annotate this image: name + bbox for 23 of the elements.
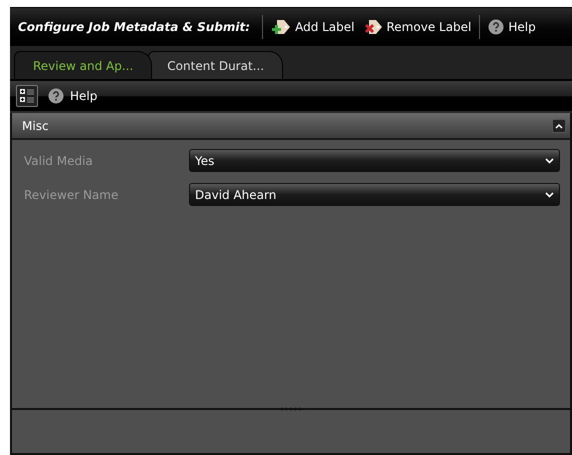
chevron-up-icon — [555, 122, 563, 128]
help-button[interactable]: Help — [44, 88, 102, 104]
chevron-down-icon — [545, 158, 554, 164]
property-name: Reviewer Name — [23, 188, 120, 202]
categorized-list-icon — [19, 88, 35, 104]
toolbar-title: Configure Job Metadata & Submit: — [18, 20, 252, 34]
help-button[interactable]: Help — [484, 19, 540, 35]
remove-label-button[interactable]: Remove Label — [358, 18, 476, 36]
dropdown[interactable]: Yes — [189, 149, 560, 172]
property-name: Valid Media — [23, 154, 94, 168]
tab[interactable]: Content Durat... — [148, 51, 284, 79]
chevron-down-icon — [545, 192, 554, 198]
add-label-button[interactable]: Add Label — [267, 18, 358, 36]
category-header: Misc — [22, 118, 49, 132]
help-icon — [48, 88, 64, 104]
tag-cross-icon — [362, 18, 382, 36]
collapse-button[interactable] — [552, 118, 566, 132]
help-icon — [488, 19, 504, 35]
categorized-view-button[interactable] — [16, 85, 38, 107]
tab[interactable]: Review and Ap... — [14, 51, 152, 79]
splitter-grip-icon[interactable] — [280, 407, 302, 411]
tag-plus-icon — [271, 18, 292, 36]
dropdown[interactable]: David Ahearn — [189, 183, 560, 206]
